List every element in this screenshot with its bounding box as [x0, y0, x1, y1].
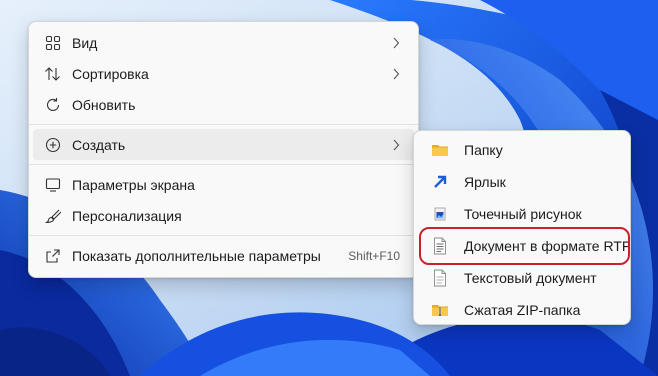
bitmap-icon — [430, 204, 450, 224]
rtf-document-icon — [430, 236, 450, 256]
grid-icon — [43, 33, 63, 53]
menu-item-view[interactable]: Вид — [33, 27, 414, 58]
submenu-item-folder[interactable]: Папку — [418, 134, 626, 166]
brush-icon — [43, 206, 63, 226]
menu-separator — [29, 164, 418, 165]
keyboard-shortcut: Shift+F10 — [348, 248, 400, 263]
menu-separator — [29, 235, 418, 236]
zip-folder-icon — [430, 300, 450, 320]
menu-item-display-settings[interactable]: Параметры экрана — [33, 169, 414, 200]
menu-item-label: Персонализация — [72, 207, 182, 224]
menu-item-label: Параметры экрана — [72, 176, 195, 193]
folder-icon — [430, 140, 450, 160]
submenu-item-label: Документ в формате RTF — [464, 238, 631, 254]
submenu-item-shortcut[interactable]: Ярлык — [418, 166, 626, 198]
menu-item-label: Показать дополнительные параметры — [72, 247, 321, 264]
menu-separator — [29, 124, 418, 125]
menu-item-label: Вид — [72, 34, 98, 51]
menu-item-refresh[interactable]: Обновить — [33, 89, 414, 120]
plus-circle-icon — [43, 135, 63, 155]
desktop: Вид Сортировка Обновить Создать Параметр… — [0, 0, 658, 376]
text-document-icon — [430, 268, 450, 288]
refresh-icon — [43, 95, 63, 115]
menu-item-label: Сортировка — [72, 65, 149, 82]
create-submenu: Папку Ярлык Точечный рисунок Документ в … — [413, 130, 631, 325]
submenu-item-bitmap[interactable]: Точечный рисунок — [418, 198, 626, 230]
submenu-item-label: Ярлык — [464, 174, 506, 190]
chevron-right-icon — [386, 68, 406, 80]
open-external-icon — [43, 246, 63, 266]
menu-item-show-more-options[interactable]: Показать дополнительные параметры Shift+… — [33, 240, 414, 271]
chevron-right-icon — [386, 37, 406, 49]
menu-item-label: Создать — [72, 136, 126, 153]
submenu-item-label: Точечный рисунок — [464, 206, 582, 222]
submenu-item-rtf-document[interactable]: Документ в формате RTF — [418, 230, 630, 262]
submenu-item-zip-folder[interactable]: Сжатая ZIP-папка — [418, 294, 626, 326]
submenu-item-label: Папку — [464, 142, 503, 158]
chevron-right-icon — [386, 139, 406, 151]
submenu-item-label: Текстовый документ — [464, 270, 597, 286]
submenu-item-label: Сжатая ZIP-папка — [464, 302, 581, 318]
menu-item-label: Обновить — [72, 96, 136, 113]
display-icon — [43, 175, 63, 195]
shortcut-arrow-icon — [430, 172, 450, 192]
menu-item-personalization[interactable]: Персонализация — [33, 200, 414, 231]
sort-icon — [43, 64, 63, 84]
menu-item-sort[interactable]: Сортировка — [33, 58, 414, 89]
menu-item-create[interactable]: Создать — [33, 129, 414, 160]
desktop-context-menu: Вид Сортировка Обновить Создать Параметр… — [28, 21, 419, 278]
submenu-item-text-document[interactable]: Текстовый документ — [418, 262, 626, 294]
